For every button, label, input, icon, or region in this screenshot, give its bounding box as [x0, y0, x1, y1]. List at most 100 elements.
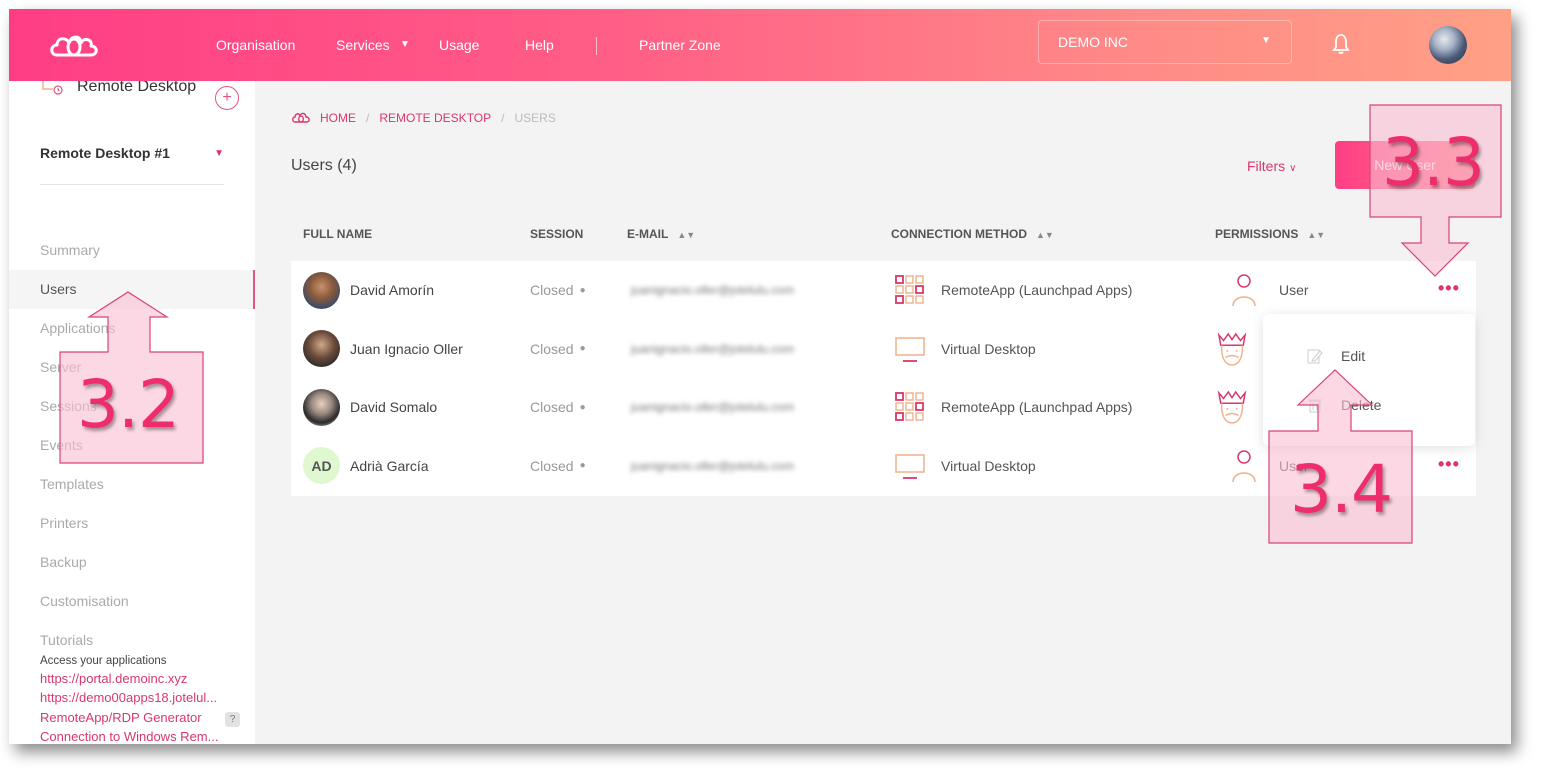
sort-icon[interactable]: ▲▼ — [1036, 230, 1054, 240]
avatar — [303, 330, 340, 368]
breadcrumb-separator: / — [501, 111, 505, 125]
breadcrumb-remote-desktop[interactable]: REMOTE DESKTOP — [379, 111, 491, 125]
row-context-menu: Edit Delete — [1263, 314, 1475, 446]
monitor-icon — [895, 454, 925, 479]
sidebar-item-users[interactable]: Users — [9, 270, 255, 309]
monitor-icon — [895, 337, 925, 362]
column-header-permissions[interactable]: PERMISSIONS ▲▼ — [1215, 227, 1325, 241]
column-header-full-name[interactable]: FULL NAME — [303, 227, 372, 241]
windows-connection-link[interactable]: Connection to Windows Rem... — [40, 729, 218, 744]
nav-usage[interactable]: Usage — [439, 37, 479, 53]
new-user-button[interactable]: New User — [1335, 141, 1475, 189]
column-header-session[interactable]: SESSION — [530, 227, 583, 241]
portal-link[interactable]: https://portal.demoinc.xyz — [40, 671, 187, 686]
sort-icon[interactable]: ▲▼ — [1307, 230, 1325, 240]
chevron-down-icon: ▼ — [214, 148, 224, 159]
sidebar-item-customisation[interactable]: Customisation — [9, 582, 255, 621]
edit-menu-item[interactable]: Edit — [1307, 348, 1365, 364]
user-name[interactable]: David Amorín — [350, 282, 434, 298]
row-options-menu-icon[interactable]: ••• — [1438, 454, 1460, 475]
row-options-menu-icon[interactable]: ••• — [1438, 278, 1460, 299]
breadcrumb-home[interactable]: HOME — [320, 111, 356, 125]
session-status: Closed — [530, 282, 574, 299]
services-caret-icon[interactable]: ▼ — [400, 39, 410, 50]
nav-services[interactable]: Services — [336, 37, 390, 53]
column-header-permissions-label: PERMISSIONS — [1215, 227, 1299, 241]
sidebar-item-server[interactable]: Server — [9, 348, 255, 387]
session-status: Closed — [530, 457, 574, 474]
user-email: juanignacio.oller@jotelulu.com — [631, 283, 794, 298]
help-badge[interactable]: ? — [225, 712, 240, 727]
user-icon — [1232, 274, 1256, 307]
connection-method: Virtual Desktop — [941, 340, 1036, 357]
user-email: juanignacio.oller@jotelulu.com — [631, 458, 794, 473]
nav-help[interactable]: Help — [525, 37, 554, 53]
filters-button[interactable]: Filters ∨ — [1247, 158, 1296, 174]
connection-method: RemoteApp (Launchpad Apps) — [941, 282, 1133, 299]
down-arrow-callout-icon — [1369, 104, 1502, 277]
table-row[interactable]: David Amorín Closed ● juanignacio.oller@j… — [291, 261, 1476, 320]
nav-partner-zone[interactable]: Partner Zone — [639, 37, 721, 53]
sidebar-item-events[interactable]: Events — [9, 426, 255, 465]
session-status: Closed — [530, 399, 574, 416]
rdp-generator-link[interactable]: RemoteApp/RDP Generator — [40, 710, 202, 725]
sidebar-item-applications[interactable]: Applications — [9, 309, 255, 348]
session-status: Closed — [530, 340, 574, 357]
chevron-down-icon: ∨ — [1289, 163, 1297, 174]
delete-label: Delete — [1341, 397, 1382, 413]
permission-label: User — [1279, 282, 1309, 299]
page-title: Users (4) — [291, 157, 357, 174]
user-email: juanignacio.oller@jotelulu.com — [631, 341, 794, 356]
user-name[interactable]: David Somalo — [350, 399, 437, 415]
nav-organisation[interactable]: Organisation — [216, 37, 295, 53]
column-header-email[interactable]: E-MAIL ▲▼ — [627, 227, 695, 241]
connection-method: RemoteApp (Launchpad Apps) — [941, 399, 1133, 416]
column-header-email-label: E-MAIL — [627, 227, 669, 241]
nav-divider — [596, 37, 597, 55]
apps-grid-icon — [895, 392, 924, 422]
user-icon — [1232, 450, 1256, 482]
edit-icon — [1307, 349, 1323, 364]
chevron-down-icon: ▼ — [1261, 35, 1271, 46]
user-name[interactable]: Juan Ignacio Oller — [350, 341, 463, 357]
sidebar-item-summary[interactable]: Summary — [9, 231, 255, 270]
instance-select[interactable]: Remote Desktop #1 ▼ — [40, 145, 224, 185]
permission-label: User — [1279, 457, 1309, 474]
sidebar: Remote Desktop + Remote Desktop #1 ▼ Sum… — [9, 78, 255, 744]
apps-link[interactable]: https://demo00apps18.jotelul... — [40, 690, 217, 705]
avatar-initials: AD — [303, 447, 340, 485]
trash-icon — [1308, 399, 1322, 413]
status-dot-icon: ● — [579, 401, 586, 413]
delete-menu-item[interactable]: Delete — [1307, 397, 1381, 413]
avatar-initials-text: AD — [311, 457, 332, 474]
user-name[interactable]: Adrià García — [350, 458, 429, 474]
breadcrumb-users: USERS — [514, 111, 556, 125]
crown-admin-icon — [1217, 332, 1247, 366]
app-window: Organisation Services ▼ Usage Help Partn… — [9, 9, 1511, 744]
avatar — [303, 271, 340, 309]
cloud-logo-icon[interactable] — [47, 31, 101, 61]
organization-select[interactable]: DEMO INC ▼ — [1038, 20, 1292, 64]
sidebar-item-printers[interactable]: Printers — [9, 504, 255, 543]
sidebar-item-sessions[interactable]: Sessions — [9, 387, 255, 426]
connection-method: Virtual Desktop — [941, 457, 1036, 474]
avatar — [303, 388, 340, 426]
breadcrumb: HOME / REMOTE DESKTOP / USERS — [291, 111, 556, 125]
remote-desktop-icon — [42, 81, 63, 95]
status-dot-icon: ● — [579, 460, 586, 472]
column-header-connection-method[interactable]: CONNECTION METHOD ▲▼ — [891, 227, 1054, 241]
user-email: juanignacio.oller@jotelulu.com — [631, 400, 794, 415]
user-avatar[interactable] — [1429, 26, 1467, 64]
access-applications-label: Access your applications — [40, 655, 167, 667]
filters-label: Filters — [1247, 158, 1286, 174]
sidebar-item-backup[interactable]: Backup — [9, 543, 255, 582]
sort-icon[interactable]: ▲▼ — [677, 230, 695, 240]
top-navigation-bar: Organisation Services ▼ Usage Help Partn… — [9, 9, 1511, 81]
add-service-button[interactable]: + — [215, 86, 239, 110]
crown-admin-icon — [1217, 390, 1247, 424]
bell-icon[interactable] — [1332, 33, 1350, 55]
cloud-home-icon[interactable] — [291, 112, 311, 124]
edit-label: Edit — [1341, 348, 1366, 364]
sidebar-item-templates[interactable]: Templates — [9, 465, 255, 504]
status-dot-icon: ● — [579, 343, 586, 355]
